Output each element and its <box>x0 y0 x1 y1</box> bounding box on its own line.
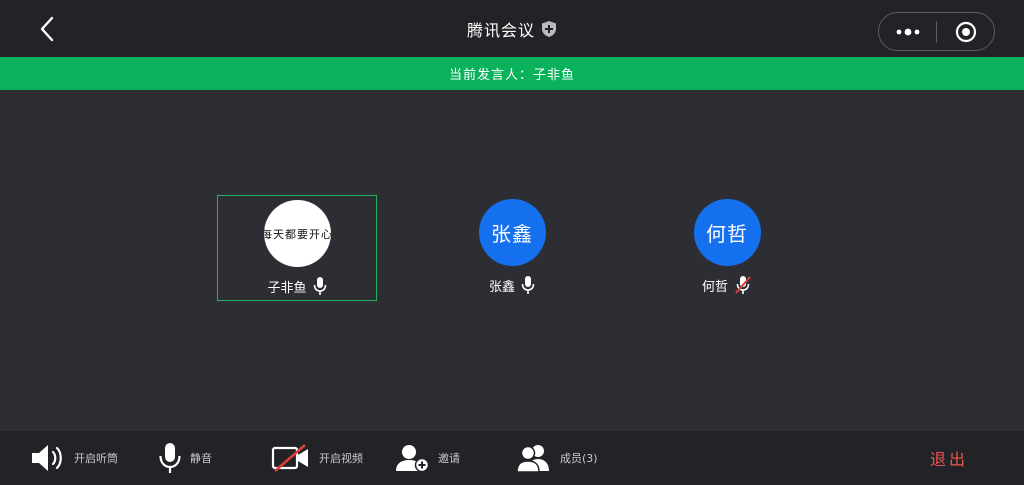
microphone-icon <box>159 443 181 473</box>
microphone-muted-icon <box>735 276 751 294</box>
close-miniapp-button[interactable] <box>937 13 994 50</box>
avatar: 每天都要开心 <box>263 200 331 267</box>
invite-button[interactable]: 邀请 <box>396 431 460 485</box>
bottom-toolbar: 开启听筒 静音 开启视频 邀请 成员(3) 退出 <box>0 431 1024 485</box>
microphone-icon <box>521 276 535 294</box>
members-count: (3) <box>582 452 598 465</box>
participant-name-row: 何哲 <box>702 275 752 295</box>
chevron-left-icon <box>40 16 54 42</box>
members-label: 成员(3) <box>560 452 598 465</box>
current-speaker-banner: 当前发言人： 子非鱼 <box>0 57 1024 90</box>
shield-plus-icon <box>542 20 556 37</box>
participant-name: 张鑫 <box>488 279 515 295</box>
miniapp-capsule <box>878 12 995 51</box>
mute-label: 静音 <box>190 452 212 465</box>
more-dots-icon <box>896 28 919 35</box>
video-off-icon <box>271 444 308 472</box>
more-button[interactable] <box>879 13 936 50</box>
video-toggle-button[interactable]: 开启视频 <box>271 431 363 485</box>
mute-button[interactable]: 静音 <box>158 431 212 485</box>
members-icon <box>516 445 549 473</box>
back-button[interactable] <box>30 12 64 46</box>
title-group: 腾讯会议 <box>467 17 557 41</box>
exit-label: 退出 <box>930 450 969 469</box>
microphone-icon <box>313 277 326 295</box>
target-circle-icon <box>955 21 976 42</box>
speaker-name: 子非鱼 <box>533 68 576 83</box>
participant-tile[interactable]: 何哲 何哲 <box>647 195 807 301</box>
participant-tile[interactable]: 每天都要开心 子非鱼 <box>217 195 377 301</box>
speaker-toggle-label: 开启听筒 <box>74 452 118 465</box>
avatar-initials: 张鑫 <box>491 222 533 246</box>
members-button[interactable]: 成员(3) <box>516 431 598 485</box>
video-toggle-label: 开启视频 <box>319 452 363 465</box>
invite-label: 邀请 <box>438 452 460 465</box>
meeting-app: 腾讯会议 当前发言人： 子非鱼 每天都要开心 子非鱼 张鑫 张鑫 何哲 何哲 开… <box>0 0 1024 485</box>
top-bar: 腾讯会议 <box>0 0 1024 57</box>
participant-name-row: 张鑫 <box>489 275 535 295</box>
speaker-toggle-button[interactable]: 开启听筒 <box>30 431 118 485</box>
avatar-initials: 何哲 <box>706 222 748 246</box>
page-title: 腾讯会议 <box>466 20 535 40</box>
avatar: 张鑫 <box>478 199 546 266</box>
speaker-icon <box>32 445 62 471</box>
avatar-image-text: 每天都要开心 <box>263 227 331 241</box>
add-user-icon <box>396 445 430 473</box>
participant-name-row: 子非鱼 <box>267 276 326 296</box>
participant-tile[interactable]: 张鑫 张鑫 <box>432 195 592 301</box>
avatar: 何哲 <box>693 199 761 266</box>
participant-name: 何哲 <box>701 279 728 295</box>
speaker-prefix: 当前发言人： <box>448 68 533 83</box>
participant-name: 子非鱼 <box>267 280 307 296</box>
exit-button[interactable]: 退出 <box>930 431 968 485</box>
